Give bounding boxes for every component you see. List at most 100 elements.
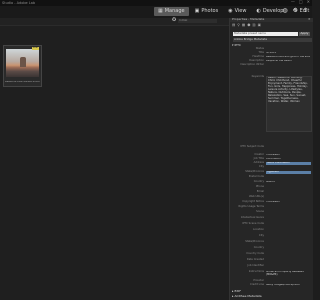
develop-icon: ◐ bbox=[256, 7, 261, 14]
filter-bar: ✪ Initial bbox=[0, 17, 229, 26]
grid-icon: ▦ bbox=[158, 7, 163, 14]
field-value[interactable]: Model and Property Released (MR&PR) bbox=[266, 271, 310, 277]
field-row[interactable]: City bbox=[230, 165, 313, 170]
field-row[interactable]: Location bbox=[230, 228, 313, 233]
app-title: Studio - Adobe Lab bbox=[2, 1, 36, 5]
help-icon[interactable]: ◍ bbox=[282, 7, 287, 15]
apply-button[interactable]: Apply bbox=[299, 31, 310, 36]
section-label: EXIF bbox=[234, 289, 242, 293]
minimize-icon[interactable]: — bbox=[291, 0, 295, 5]
field-value[interactable]: People at the beach bbox=[266, 60, 310, 63]
share-icon[interactable]: ⇪ bbox=[303, 7, 308, 15]
field-label: Phone bbox=[255, 185, 264, 188]
field-value[interactable]: ID-1015 bbox=[266, 52, 310, 55]
exif-section-header[interactable]: ▸ EXIF bbox=[232, 289, 242, 293]
field-row[interactable]: Postal Code bbox=[230, 175, 313, 180]
field-row[interactable]: Country Code bbox=[230, 252, 313, 257]
star-filter-icon[interactable]: ✪ bbox=[172, 17, 176, 24]
field-label: Country Code bbox=[246, 252, 264, 255]
properties-header: Properties - Metadata ✕ bbox=[230, 17, 313, 22]
field-label: IPTC Subject Code bbox=[240, 145, 264, 148]
histogram-icon[interactable]: ▥ bbox=[252, 23, 255, 27]
field-value[interactable]: Fotoreisen bbox=[266, 201, 310, 204]
field-row[interactable]: Phone bbox=[230, 185, 313, 190]
field-row[interactable]: Intellectual Genre bbox=[230, 216, 313, 221]
panel-close-icon[interactable]: ✕ bbox=[308, 17, 311, 21]
maximize-icon[interactable]: □ bbox=[299, 0, 303, 5]
eye-icon: ◉ bbox=[228, 7, 233, 14]
field-label: Credit Line bbox=[249, 283, 264, 286]
field-row[interactable]: State/Province bbox=[230, 240, 313, 245]
field-row[interactable]: Scene bbox=[230, 210, 313, 215]
field-label: Rights Usage Terms bbox=[238, 205, 264, 208]
filter-icon[interactable]: ⚲ bbox=[237, 23, 240, 27]
tab-manage[interactable]: ▦ Manage bbox=[154, 7, 189, 16]
thumbnail-caption: Beautiful-Kids-Sunset-Photo-Stock.jpg bbox=[5, 81, 40, 84]
field-row[interactable]: IPTC Scene Code bbox=[230, 222, 313, 227]
panel-settings-icon[interactable]: ▣ bbox=[258, 23, 261, 27]
settings-icon[interactable]: ⚙ bbox=[293, 7, 298, 15]
field-label: Copyright Notice bbox=[242, 200, 264, 203]
field-value[interactable]: Stock Contributor bbox=[266, 162, 311, 165]
field-label: City bbox=[258, 165, 264, 168]
xmp-badge: XMP bbox=[31, 46, 39, 50]
field-label: State/Province bbox=[245, 170, 264, 173]
field-value[interactable]: Getty Images/iStockphoto bbox=[266, 284, 310, 287]
field-row[interactable]: Job Identifier bbox=[230, 264, 313, 269]
properties-pane: Properties - Metadata ✕ ▤ ⚲ ▦ ⬢ ▥ ▣ Meta… bbox=[229, 17, 313, 300]
field-row[interactable]: Rights Usage Terms bbox=[230, 205, 313, 210]
field-row[interactable]: Description Writer bbox=[230, 63, 313, 68]
field-row[interactable]: IPTC Subject Code bbox=[230, 145, 313, 150]
keywords-box[interactable]: Beach, Beautiful, Bonding, Child, Childh… bbox=[266, 76, 312, 132]
filter-field[interactable]: Initial bbox=[178, 18, 217, 23]
field-value[interactable]: Mexico bbox=[266, 181, 310, 184]
field-row[interactable]: Credit Line Getty Images/iStockphoto bbox=[230, 283, 313, 288]
field-row[interactable]: Instructions Model and Property Released … bbox=[230, 270, 313, 277]
organize-icon[interactable]: ▤ bbox=[232, 23, 235, 27]
field-label: Web URL(s) bbox=[249, 195, 264, 198]
field-label: Description Writer bbox=[240, 63, 264, 66]
field-label: Postal Code bbox=[248, 175, 264, 178]
field-label: Email bbox=[256, 190, 264, 193]
field-row[interactable]: City bbox=[230, 234, 313, 239]
field-row[interactable]: Date Created bbox=[230, 258, 313, 263]
tab-label: Photos bbox=[201, 7, 219, 14]
acdsee-section-header[interactable]: ▸ ACDSee Metadata bbox=[232, 294, 262, 298]
tag-icon[interactable]: ⬢ bbox=[247, 23, 250, 27]
tab-view[interactable]: ◉ View bbox=[224, 7, 250, 16]
section-label: IPTC bbox=[234, 43, 241, 47]
field-label: State/Province bbox=[245, 240, 264, 243]
tab-label: View bbox=[234, 7, 247, 14]
field-label: Keywords bbox=[251, 75, 264, 78]
field-value[interactable]: Contributor bbox=[266, 158, 310, 161]
field-label: Location bbox=[253, 228, 264, 231]
properties-title: Properties - Metadata bbox=[232, 17, 265, 21]
field-value[interactable]: Hyperion bbox=[266, 171, 311, 174]
field-row[interactable]: Country bbox=[230, 246, 313, 251]
field-label: Scene bbox=[256, 210, 264, 213]
field-label: Country bbox=[253, 180, 264, 183]
iptc-section-header[interactable]: ▾ IPTC bbox=[232, 43, 241, 47]
field-value[interactable]: Fotoreisen bbox=[266, 154, 310, 157]
field-row[interactable]: Email bbox=[230, 190, 313, 195]
file-list-pane: ✪ Initial XMP Beautiful-Kids-Sunset-Phot… bbox=[0, 17, 229, 300]
preset-search-input[interactable]: Metadata preset name bbox=[233, 31, 298, 36]
field-label: Date Created bbox=[246, 258, 264, 261]
photo-icon: ▣ bbox=[194, 7, 200, 14]
field-value[interactable]: Beautiful kids and girls in the sunset bbox=[266, 56, 310, 59]
tab-photos[interactable]: ▣ Photos bbox=[191, 7, 223, 16]
field-label: Job Identifier bbox=[247, 264, 264, 267]
grid-small-icon[interactable]: ▦ bbox=[242, 23, 245, 27]
field-row[interactable]: State/Province Hyperion bbox=[230, 170, 313, 175]
field-label: Intellectual Genre bbox=[240, 216, 264, 219]
thumbnail[interactable]: XMP Beautiful-Kids-Sunset-Photo-Stock.jp… bbox=[3, 45, 42, 87]
thumbnail-image bbox=[6, 49, 39, 77]
field-label: Country bbox=[253, 246, 264, 249]
toolbar-icons: ◍ ⚙ ⇪ bbox=[282, 7, 308, 15]
field-row[interactable]: Country Mexico bbox=[230, 180, 313, 185]
metadata-subheader[interactable]: Adobe Bridge Metadata bbox=[233, 37, 312, 42]
tab-label: Manage bbox=[164, 7, 185, 14]
close-icon[interactable]: ✕ bbox=[307, 0, 310, 5]
tab-label: Develop bbox=[262, 7, 284, 14]
field-label: City bbox=[258, 234, 264, 237]
